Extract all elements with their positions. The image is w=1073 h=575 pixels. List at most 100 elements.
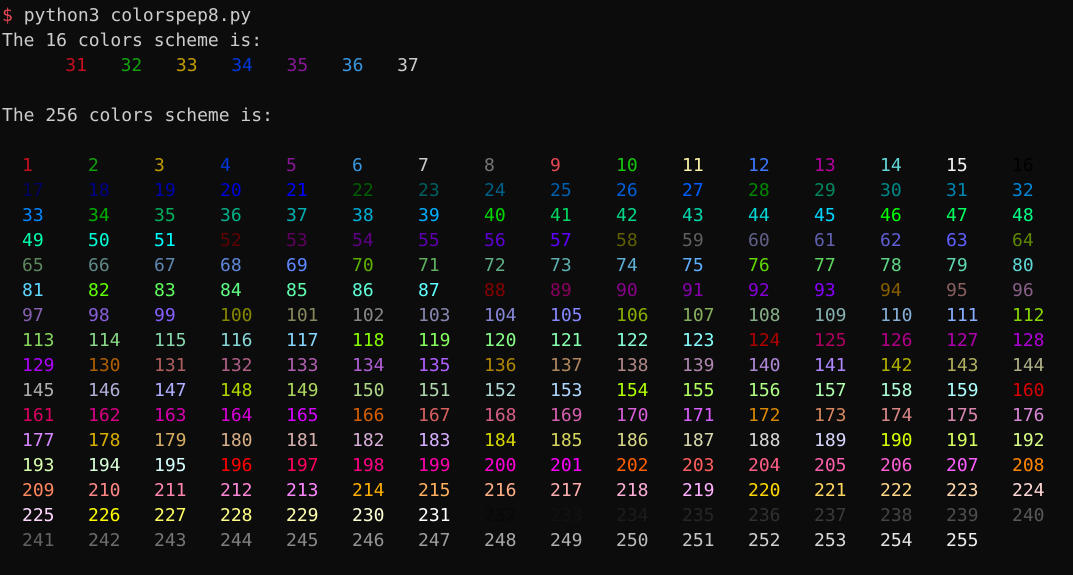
color256-label: 28: [748, 180, 770, 201]
color256-label: 68: [220, 255, 242, 276]
color256-label: 37: [286, 205, 308, 226]
color256-label: 177: [22, 430, 55, 451]
color16-label: 35: [286, 55, 309, 76]
color256-label: 149: [286, 380, 319, 401]
color256-label: 198: [352, 455, 385, 476]
color256-label: 51: [154, 230, 176, 251]
color256-label: 174: [880, 405, 913, 426]
color256-label: 100: [220, 305, 253, 326]
color256-label: 67: [154, 255, 176, 276]
color256-label: 186: [616, 430, 649, 451]
color256-label: 63: [946, 230, 968, 251]
color256-label: 187: [682, 430, 715, 451]
color256-label: 118: [352, 330, 385, 351]
color256-label: 6: [352, 155, 363, 176]
color256-label: 97: [22, 305, 44, 326]
color256-label: 132: [220, 355, 253, 376]
color256-label: 156: [748, 380, 781, 401]
color256-label: 143: [946, 355, 979, 376]
color256-label: 239: [946, 505, 979, 526]
color256-label: 251: [682, 530, 715, 551]
color256-label: 183: [418, 430, 451, 451]
color256-label: 250: [616, 530, 649, 551]
color256-label: 232: [484, 505, 517, 526]
terminal-window[interactable]: $ python3 colorspep8.py The 16 colors sc…: [0, 0, 1073, 575]
color256-label: 188: [748, 430, 781, 451]
color256-label: 84: [220, 280, 242, 301]
color256-label: 146: [88, 380, 121, 401]
color256-label: 120: [484, 330, 517, 351]
color256-label: 59: [682, 230, 704, 251]
color256-label: 112: [1012, 305, 1045, 326]
color256-label: 85: [286, 280, 308, 301]
color256-label: 25: [550, 180, 572, 201]
color256-label: 247: [418, 530, 451, 551]
color256-label: 252: [748, 530, 781, 551]
color256-label: 190: [880, 430, 913, 451]
color256-label: 209: [22, 480, 55, 501]
color256-label: 229: [286, 505, 319, 526]
color256-label: 241: [22, 530, 55, 551]
color256-label: 27: [682, 180, 704, 201]
color256-label: 197: [286, 455, 319, 476]
color256-label: 225: [22, 505, 55, 526]
color256-label: 222: [880, 480, 913, 501]
color256-label: 150: [352, 380, 385, 401]
color256-label: 79: [946, 255, 968, 276]
color256-label: 109: [814, 305, 847, 326]
color256-label: 24: [484, 180, 506, 201]
color256-label: 145: [22, 380, 55, 401]
color256-label: 194: [88, 455, 121, 476]
color256-label: 169: [550, 405, 583, 426]
color256-label: 175: [946, 405, 979, 426]
color256-label: 230: [352, 505, 385, 526]
color256-label: 40: [484, 205, 506, 226]
color256-label: 1: [22, 155, 33, 176]
color256-label: 98: [88, 305, 110, 326]
color256-label: 19: [154, 180, 176, 201]
color256-label: 92: [748, 280, 770, 301]
color256-label: 180: [220, 430, 253, 451]
color256-label: 166: [352, 405, 385, 426]
color256-label: 76: [748, 255, 770, 276]
color256-label: 18: [88, 180, 110, 201]
color256-label: 104: [484, 305, 517, 326]
color256-label: 34: [88, 205, 110, 226]
color256-label: 105: [550, 305, 583, 326]
color256-label: 255: [946, 530, 979, 551]
color256-label: 248: [484, 530, 517, 551]
header-256-colors: The 256 colors scheme is:: [2, 105, 273, 126]
color256-label: 99: [154, 305, 176, 326]
color256-label: 127: [946, 330, 979, 351]
color256-label: 203: [682, 455, 715, 476]
color256-label: 101: [286, 305, 319, 326]
color256-label: 86: [352, 280, 374, 301]
color256-label: 219: [682, 480, 715, 501]
color256-label: 231: [418, 505, 451, 526]
color256-label: 66: [88, 255, 110, 276]
color256-label: 233: [550, 505, 583, 526]
color256-label: 30: [880, 180, 902, 201]
color256-label: 131: [154, 355, 187, 376]
color256-label: 243: [154, 530, 187, 551]
color256-label: 147: [154, 380, 187, 401]
color256-label: 126: [880, 330, 913, 351]
color256-label: 153: [550, 380, 583, 401]
color256-label: 54: [352, 230, 374, 251]
color256-label: 199: [418, 455, 451, 476]
color256-label: 39: [418, 205, 440, 226]
command-text: python3 colorspep8.py: [23, 5, 252, 26]
color256-label: 52: [220, 230, 242, 251]
color256-label: 192: [1012, 430, 1045, 451]
color256-label: 220: [748, 480, 781, 501]
color256-label: 160: [1012, 380, 1045, 401]
color256-label: 2: [88, 155, 99, 176]
color256-label: 167: [418, 405, 451, 426]
color16-label: 30: [10, 55, 32, 76]
color256-label: 234: [616, 505, 649, 526]
color16-label: 31: [65, 55, 87, 76]
color256-label: 38: [352, 205, 374, 226]
color256-label: 142: [880, 355, 913, 376]
color256-label: 245: [286, 530, 319, 551]
color256-label: 117: [286, 330, 319, 351]
